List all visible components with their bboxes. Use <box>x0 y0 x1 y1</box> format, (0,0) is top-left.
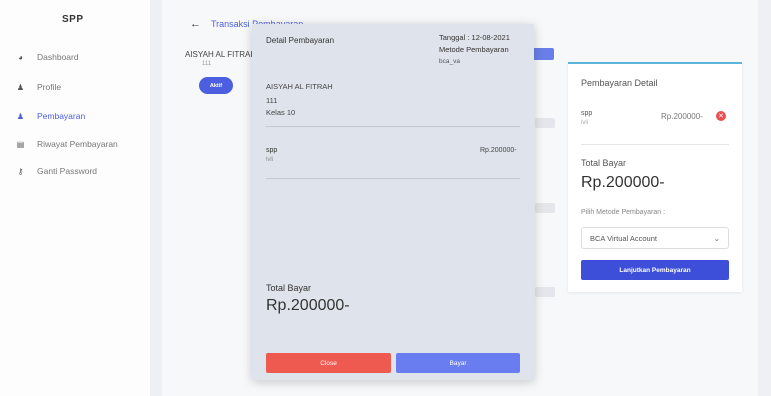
payment-method-label: Metode Pembayaran <box>439 45 509 54</box>
payment-method-select[interactable]: BCA Virtual Account ⌄ <box>581 227 729 249</box>
divider <box>266 126 520 127</box>
student-class: Kelas 10 <box>266 108 296 117</box>
payment-item-name: spp <box>266 147 278 154</box>
back-arrow-icon[interactable]: ← <box>190 18 201 30</box>
brand-logo: SPP <box>62 14 84 25</box>
document-icon: ▤ <box>16 139 25 149</box>
continue-payment-button[interactable]: Lanjutkan Pembayaran <box>581 260 729 280</box>
close-button[interactable]: Close <box>266 353 391 373</box>
background-field <box>535 118 555 128</box>
status-badge: Aktif <box>199 77 233 94</box>
payment-method-value: bca_va <box>439 58 460 65</box>
remove-icon[interactable]: ✕ <box>716 111 726 121</box>
total-label: Total Bayar <box>581 158 627 168</box>
student-name: AISYAH AL FITRAH <box>266 82 333 91</box>
payment-item-subtitle: lvli <box>581 120 588 126</box>
sidebar-item-label: Profile <box>37 82 62 92</box>
sidebar-item-profile[interactable]: ♟ Profile <box>16 82 61 92</box>
modal-title: Detail Pembayaran <box>266 36 335 45</box>
sidebar-item-label: Pembayaran <box>37 111 86 121</box>
student-nis: 111 <box>266 96 278 105</box>
student-nis: 111 <box>202 61 212 67</box>
total-value: Rp.200000- <box>266 297 350 314</box>
payment-date: Tanggal : 12-08-2021 <box>439 33 510 42</box>
sidebar-item-label: Dashboard <box>37 52 79 62</box>
chevron-down-icon: ⌄ <box>713 233 720 243</box>
panel-title: Pembayaran Detail <box>581 78 658 88</box>
payment-item-name: spp <box>581 110 593 117</box>
payment-detail-modal: Detail Pembayaran Tanggal : 12-08-2021 M… <box>252 24 534 380</box>
sidebar: SPP ◕ Dashboard ♟ Profile ♟ Pembayaran ▤… <box>0 0 150 396</box>
payment-item-subtitle: lvli <box>266 157 273 163</box>
payment-method-label: Pilih Metode Pembayaran : <box>581 209 666 216</box>
divider <box>581 144 729 145</box>
user-icon: ♟ <box>16 82 25 92</box>
payment-detail-panel: Pembayaran Detail spp lvli Rp.200000- ✕ … <box>568 62 742 292</box>
pay-button[interactable]: Bayar <box>396 353 520 373</box>
sidebar-item-dashboard[interactable]: ◕ Dashboard <box>16 52 79 62</box>
total-label: Total Bayar <box>266 283 312 293</box>
sidebar-item-ganti-password[interactable]: ⚷ Ganti Password <box>16 166 97 176</box>
user-icon: ♟ <box>16 111 25 121</box>
payment-item-amount: Rp.200000- <box>480 147 517 154</box>
sidebar-item-riwayat-pembayaran[interactable]: ▤ Riwayat Pembayaran <box>16 139 118 149</box>
sidebar-item-label: Ganti Password <box>37 166 97 176</box>
payment-item-amount: Rp.200000- <box>661 112 703 121</box>
total-value: Rp.200000- <box>581 174 665 191</box>
sidebar-item-pembayaran[interactable]: ♟ Pembayaran <box>16 111 85 121</box>
dashboard-icon: ◕ <box>18 52 23 62</box>
sidebar-item-label: Riwayat Pembayaran <box>37 139 118 149</box>
key-icon: ⚷ <box>17 166 24 176</box>
student-name: AISYAH AL FITRAH <box>185 50 257 59</box>
payment-method-value: BCA Virtual Account <box>590 233 657 243</box>
background-field <box>535 203 555 213</box>
divider <box>266 178 520 179</box>
background-field <box>535 287 555 297</box>
